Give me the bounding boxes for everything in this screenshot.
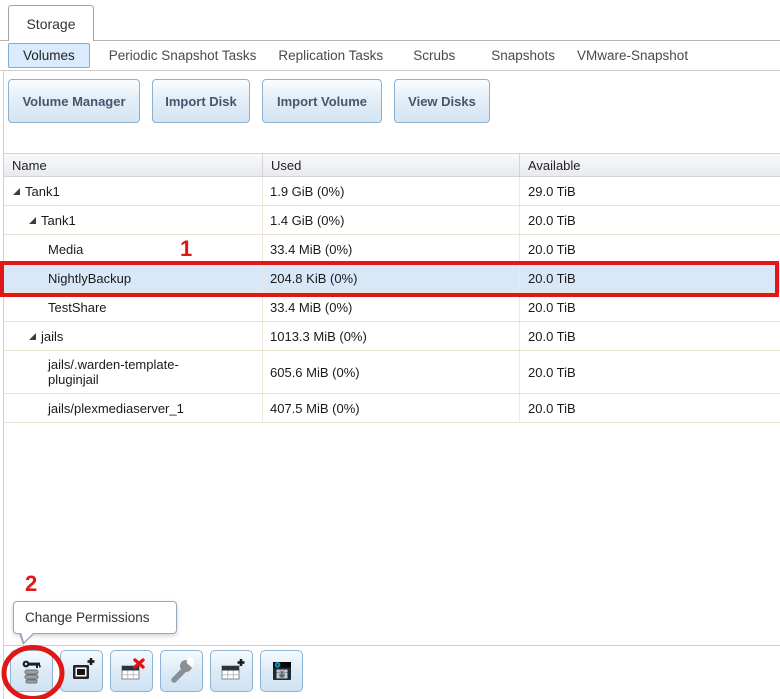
dataset-toolbar [10, 650, 303, 692]
storage-page: Storage Volumes Periodic Snapshot Tasks … [0, 0, 780, 699]
used-cell: 407.5 MiB (0%) [263, 394, 520, 422]
snapshot-table-icon [268, 657, 296, 685]
import-disk-button[interactable]: Import Disk [152, 79, 250, 123]
name-cell: Tank1 [4, 206, 263, 234]
table-row-tank1[interactable]: Tank1 1.9 GiB (0%) 29.0 TiB [4, 177, 780, 206]
subtab-replication-tasks[interactable]: Replication Tasks [267, 48, 394, 63]
annotation-step-2: 2 [25, 571, 37, 597]
row-name: jails [41, 329, 63, 344]
row-name: Tank1 [41, 213, 76, 228]
column-header-available[interactable]: Available [520, 154, 780, 176]
destroy-dataset-icon [118, 657, 146, 685]
table-row-media[interactable]: Media 33.4 MiB (0%) 20.0 TiB [4, 235, 780, 264]
used-cell: 1013.3 MiB (0%) [263, 322, 520, 350]
volumes-tree-grid: Name Used Available Tank1 1.9 GiB (0%) 2… [4, 153, 780, 423]
row-name: NightlyBackup [48, 271, 131, 286]
create-zvol-button[interactable] [210, 650, 253, 692]
tooltip-text: Change Permissions [25, 610, 150, 625]
tree-expander-icon[interactable] [29, 333, 36, 340]
name-cell: NightlyBackup [4, 264, 263, 292]
name-cell: TestShare [4, 293, 263, 321]
subtab-periodic-snapshot-tasks[interactable]: Periodic Snapshot Tasks [98, 48, 268, 63]
used-cell: 605.6 MiB (0%) [263, 351, 520, 393]
subtab-vmware-snapshot[interactable]: VMware-Snapshot [566, 48, 699, 63]
name-cell: jails/plexmediaserver_1 [4, 394, 263, 422]
name-cell: jails/.warden-template-pluginjail [4, 351, 263, 393]
row-name: Tank1 [25, 184, 60, 199]
table-row-plexmediaserver[interactable]: jails/plexmediaserver_1 407.5 MiB (0%) 2… [4, 394, 780, 423]
used-cell: 1.4 GiB (0%) [263, 206, 520, 234]
available-cell: 20.0 TiB [520, 351, 780, 393]
column-header-name[interactable]: Name [4, 154, 263, 176]
name-cell: Tank1 [4, 177, 263, 205]
used-cell: 1.9 GiB (0%) [263, 177, 520, 205]
change-permissions-tooltip: Change Permissions [13, 601, 177, 634]
available-cell: 20.0 TiB [520, 394, 780, 422]
used-cell: 33.4 MiB (0%) [263, 293, 520, 321]
table-row-warden-template[interactable]: jails/.warden-template-pluginjail 605.6 … [4, 351, 780, 394]
change-permissions-button[interactable] [10, 650, 53, 692]
tree-expander-icon[interactable] [29, 217, 36, 224]
used-cell: 33.4 MiB (0%) [263, 235, 520, 263]
annotation-step-1: 1 [180, 236, 192, 262]
row-name: Media [48, 242, 83, 257]
snapshot-button[interactable] [260, 650, 303, 692]
bottom-toolbar-divider [4, 645, 780, 646]
available-cell: 29.0 TiB [520, 177, 780, 205]
volume-actions-bar: Volume Manager Import Disk Import Volume… [8, 79, 490, 123]
view-disks-button[interactable]: View Disks [394, 79, 490, 123]
available-cell: 20.0 TiB [520, 322, 780, 350]
column-header-used[interactable]: Used [263, 154, 520, 176]
edit-options-button[interactable] [160, 650, 203, 692]
available-cell: 20.0 TiB [520, 206, 780, 234]
available-cell: 20.0 TiB [520, 235, 780, 263]
tab-storage-label: Storage [26, 16, 75, 32]
grid-header: Name Used Available [4, 153, 780, 177]
create-dataset-icon [68, 657, 96, 685]
destroy-dataset-button[interactable] [110, 650, 153, 692]
row-name: jails/plexmediaserver_1 [48, 401, 184, 416]
subtab-scrubs[interactable]: Scrubs [402, 48, 466, 63]
volume-manager-button[interactable]: Volume Manager [8, 79, 140, 123]
subtab-bar: Volumes Periodic Snapshot Tasks Replicat… [0, 41, 780, 71]
table-row-jails[interactable]: jails 1013.3 MiB (0%) 20.0 TiB [4, 322, 780, 351]
tab-storage[interactable]: Storage [8, 5, 94, 41]
row-name: TestShare [48, 300, 107, 315]
table-row-nightlybackup[interactable]: NightlyBackup 204.8 KiB (0%) 20.0 TiB [4, 264, 780, 293]
table-row-tank1-dataset[interactable]: Tank1 1.4 GiB (0%) 20.0 TiB [4, 206, 780, 235]
table-row-testshare[interactable]: TestShare 33.4 MiB (0%) 20.0 TiB [4, 293, 780, 322]
available-cell: 20.0 TiB [520, 264, 780, 292]
import-volume-button[interactable]: Import Volume [262, 79, 382, 123]
used-cell: 204.8 KiB (0%) [263, 264, 520, 292]
create-dataset-button[interactable] [60, 650, 103, 692]
wrench-icon [168, 657, 196, 685]
subtab-volumes[interactable]: Volumes [8, 43, 90, 68]
tree-expander-icon[interactable] [13, 188, 20, 195]
name-cell: jails [4, 322, 263, 350]
name-cell: Media [4, 235, 263, 263]
row-name: jails/.warden-template-pluginjail [48, 357, 218, 387]
available-cell: 20.0 TiB [520, 293, 780, 321]
permissions-key-icon [18, 657, 46, 685]
create-zvol-icon [218, 657, 246, 685]
subtab-snapshots[interactable]: Snapshots [480, 48, 566, 63]
